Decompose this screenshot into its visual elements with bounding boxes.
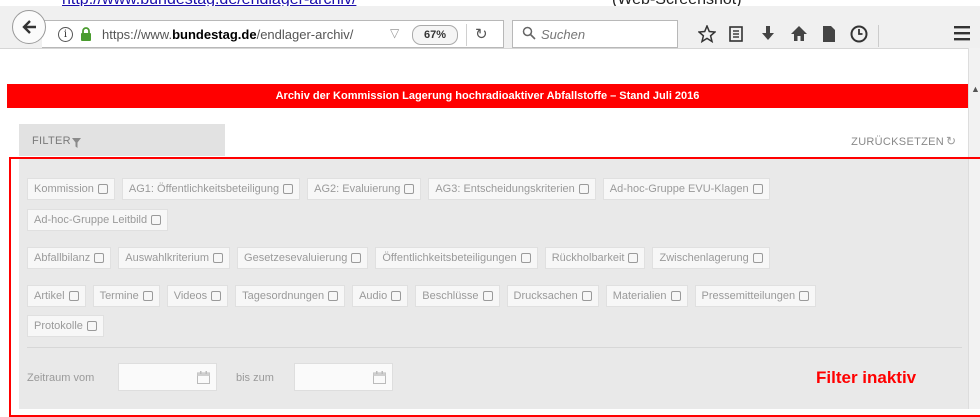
- page-icon[interactable]: [822, 25, 836, 48]
- search-placeholder: Suchen: [541, 27, 586, 42]
- lock-icon[interactable]: [80, 27, 92, 46]
- annotation-outline: [9, 157, 980, 417]
- info-icon[interactable]: i: [58, 27, 73, 42]
- back-arrow-icon: [22, 20, 36, 34]
- scroll-up-arrow-icon[interactable]: ▲: [971, 84, 980, 94]
- search-icon: [522, 26, 536, 45]
- browser-toolbar: i https://www.bundestag.de/endlager-arch…: [0, 6, 980, 49]
- archive-banner: Archiv der Kommission Lagerung hochradio…: [7, 84, 968, 108]
- toolbar-separator: [878, 25, 879, 47]
- url-dropdown-icon[interactable]: ▽: [390, 26, 399, 40]
- url-bar[interactable]: i https://www.bundestag.de/endlager-arch…: [42, 20, 504, 48]
- url-separator: [466, 24, 467, 46]
- history-clock-icon[interactable]: [850, 25, 868, 48]
- zoom-indicator[interactable]: 67%: [412, 25, 458, 45]
- menu-hamburger-icon[interactable]: [953, 25, 971, 46]
- funnel-icon: [72, 135, 81, 153]
- back-button[interactable]: [12, 10, 46, 44]
- filter-tab[interactable]: FILTER: [19, 124, 225, 156]
- download-icon[interactable]: [760, 25, 776, 48]
- url-text[interactable]: https://www.bundestag.de/endlager-archiv…: [102, 27, 353, 42]
- reload-icon[interactable]: ↻: [475, 25, 488, 43]
- bookmark-star-icon[interactable]: [697, 24, 717, 48]
- home-icon[interactable]: [790, 25, 808, 48]
- reset-filter-button[interactable]: ZURÜCKSETZEN: [851, 136, 944, 148]
- search-bar[interactable]: Suchen: [512, 20, 678, 48]
- filter-label: FILTER: [32, 135, 71, 147]
- reset-icon[interactable]: ↻: [946, 134, 956, 148]
- reading-list-icon[interactable]: [728, 25, 744, 48]
